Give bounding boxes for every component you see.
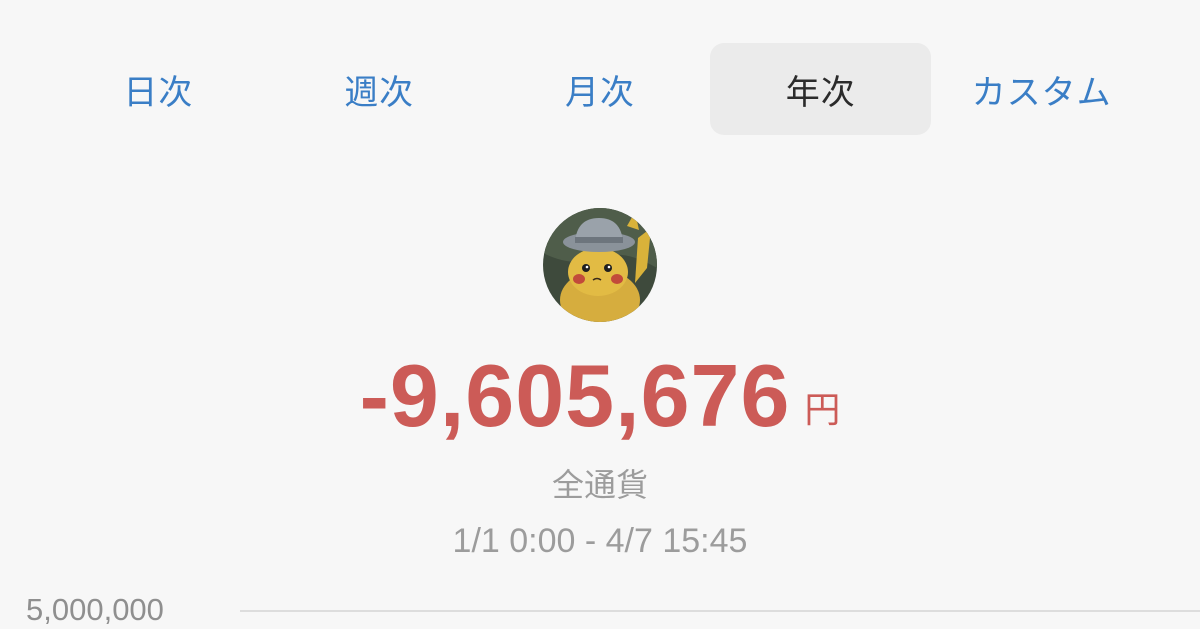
tab-yearly[interactable]: 年次 xyxy=(710,43,932,135)
tab-monthly[interactable]: 月次 xyxy=(490,43,711,135)
currency-scope: 全通貨 xyxy=(551,466,648,504)
amount-value: -9,605,676 xyxy=(359,346,791,445)
y-axis-tick-label: 5,000,000 xyxy=(26,592,164,627)
tab-weekly[interactable]: 週次 xyxy=(269,43,490,135)
amount-unit: 円 xyxy=(804,390,841,431)
period-tabs: 日次 週次 月次 年次 カスタム xyxy=(48,43,1152,135)
avatar-image xyxy=(543,208,657,322)
tab-daily[interactable]: 日次 xyxy=(48,43,269,135)
tab-custom[interactable]: カスタム xyxy=(931,43,1152,135)
profit-loss-amount: -9,605,676 円 xyxy=(0,345,1200,447)
period-range: 1/1 0:00 - 4/7 15:45 xyxy=(452,522,748,560)
chart-gridline xyxy=(240,610,1200,612)
avatar[interactable] xyxy=(543,208,657,322)
